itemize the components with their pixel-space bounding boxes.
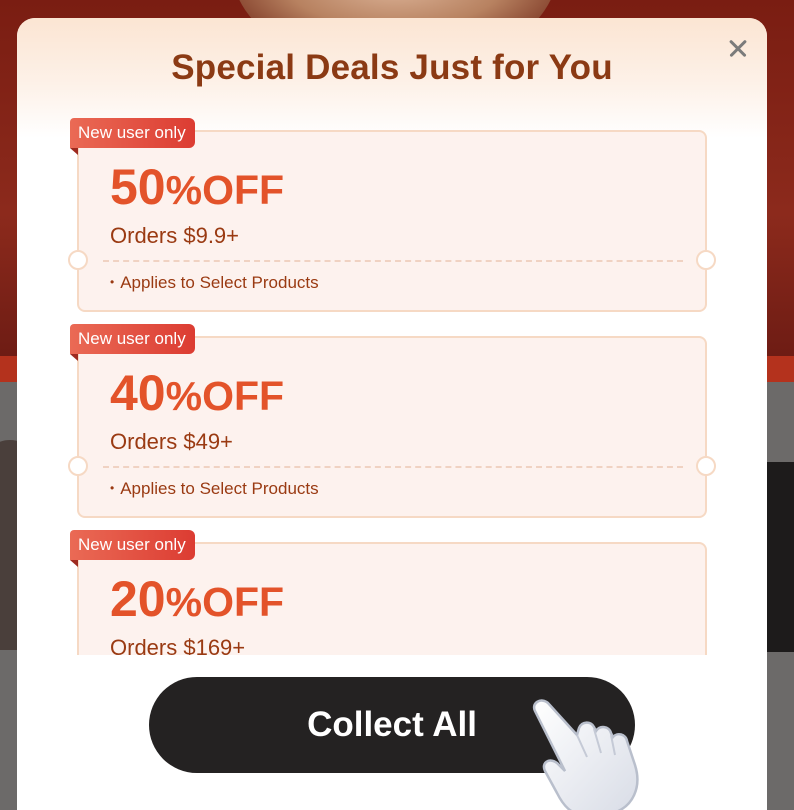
bullet: • <box>110 275 115 289</box>
close-icon[interactable] <box>723 34 753 64</box>
hand-pointer-icon <box>532 699 639 810</box>
new-user-badge: New user only <box>70 118 195 155</box>
discount-amount: 50%OFF <box>110 158 284 216</box>
min-order: Orders $49+ <box>110 429 233 454</box>
discount-off-label: %OFF <box>165 579 285 625</box>
min-order: Orders $9.9+ <box>110 223 240 248</box>
new-user-badge: New user only <box>70 324 195 361</box>
bullet: • <box>110 481 115 495</box>
coupon-terms: • Applies to Select Products <box>110 479 319 499</box>
coupon-list[interactable]: New user only 50%OFF Orders $9.9+ • Appli… <box>17 118 767 655</box>
discount-off-label: %OFF <box>165 167 285 213</box>
coupon-divider <box>103 260 683 262</box>
coupon-terms-text: Applies to Select Products <box>120 479 319 498</box>
discount-amount: 40%OFF <box>110 364 284 422</box>
modal-title: Special Deals Just for You <box>171 48 613 87</box>
min-order: Orders $169+ <box>110 635 246 655</box>
coupon-terms-text: Applies to Select Products <box>120 273 319 292</box>
discount-percent: 20 <box>110 571 166 627</box>
coupon-card: New user only 40%OFF Orders $49+ • Applie… <box>68 324 716 518</box>
coupon-divider <box>103 466 683 468</box>
discount-percent: 50 <box>110 159 166 215</box>
discount-amount: 20%OFF <box>110 570 284 628</box>
deals-modal: Special Deals Just for You New user only… <box>17 18 767 810</box>
new-user-badge: New user only <box>70 530 195 567</box>
coupon-card: New user only 20%OFF Orders $169+ <box>70 530 707 655</box>
discount-off-label: %OFF <box>165 373 285 419</box>
coupon-notch <box>696 456 716 476</box>
coupon-card: New user only 50%OFF Orders $9.9+ • Appli… <box>68 118 716 312</box>
modal-footer: Collect All <box>17 655 767 810</box>
discount-percent: 40 <box>110 365 166 421</box>
coupon-notch <box>68 250 88 270</box>
coupon-notch <box>68 456 88 476</box>
coupon-notch <box>696 250 716 270</box>
coupon-terms: • Applies to Select Products <box>110 273 319 293</box>
